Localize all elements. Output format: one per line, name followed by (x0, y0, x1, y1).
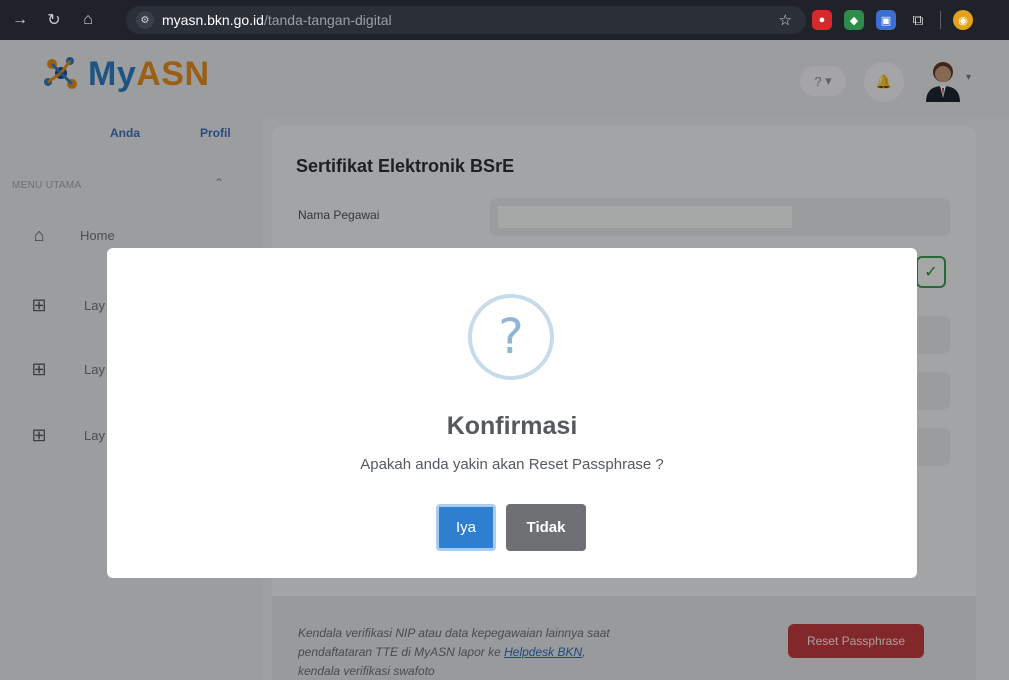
forward-icon[interactable]: → (6, 6, 34, 34)
shield-extension-icon[interactable]: ◆ (844, 10, 864, 30)
reload-icon[interactable]: ↻ (40, 6, 68, 34)
cancel-button[interactable]: Tidak (506, 504, 586, 551)
browser-toolbar: → ↻ ⌂ ⚙ myasn.bkn.go.id /tanda-tangan-di… (0, 0, 1009, 40)
adblock-extension-icon[interactable]: ● (812, 10, 832, 30)
confirm-button[interactable]: Iya (436, 504, 496, 551)
site-settings-icon[interactable]: ⚙ (136, 11, 154, 29)
url-path: /tanda-tangan-digital (263, 12, 392, 28)
extensions-area: ● ◆ ▣ ⧉ ◉ (812, 10, 973, 30)
profile-avatar-icon[interactable]: ◉ (953, 10, 973, 30)
puzzle-extension-icon[interactable]: ⧉ (908, 10, 928, 30)
translate-extension-icon[interactable]: ▣ (876, 10, 896, 30)
dialog-message: Apakah anda yakin akan Reset Passphrase … (360, 456, 664, 473)
question-icon: ? (468, 294, 554, 380)
toolbar-divider (940, 11, 941, 29)
url-host: myasn.bkn.go.id (162, 12, 264, 28)
bookmark-star-icon[interactable]: ☆ (779, 11, 792, 29)
home-icon[interactable]: ⌂ (74, 6, 102, 34)
confirm-dialog: ? Konfirmasi Apakah anda yakin akan Rese… (107, 248, 917, 578)
address-bar[interactable]: ⚙ myasn.bkn.go.id /tanda-tangan-digital … (126, 6, 806, 34)
dialog-title: Konfirmasi (446, 412, 578, 440)
